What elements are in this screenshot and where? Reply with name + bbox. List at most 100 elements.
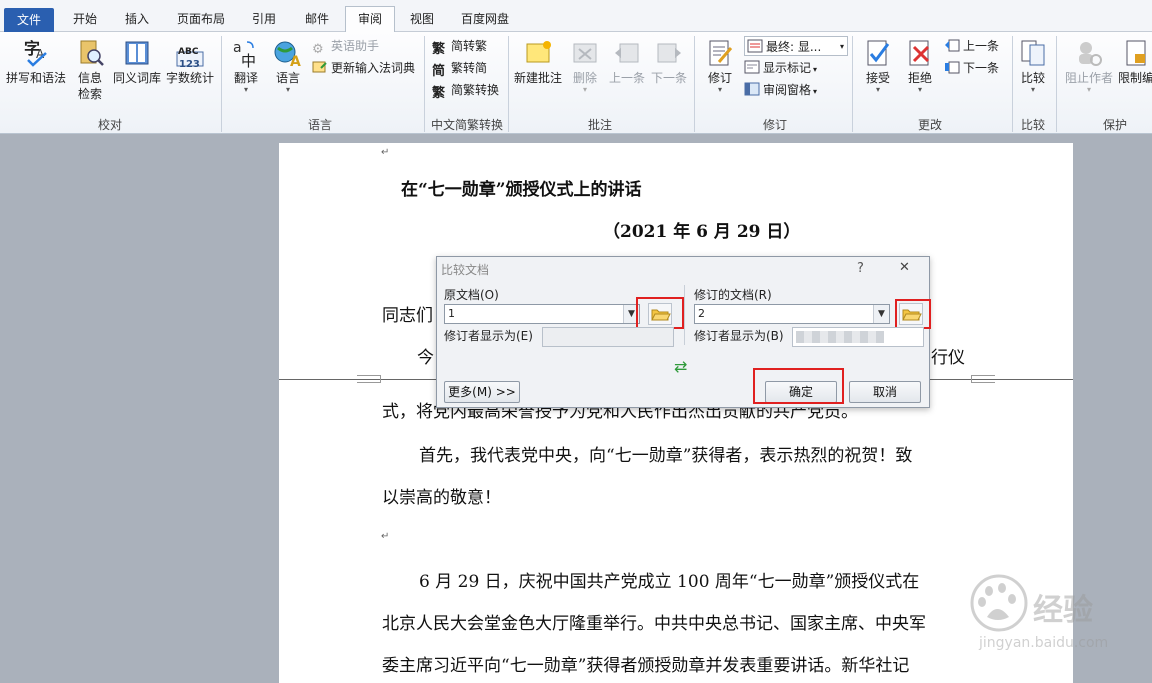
chinese-conversion-label: 简繁转换 (451, 83, 500, 97)
accept-icon (867, 40, 890, 66)
traditional-char-icon: 繁 (432, 42, 446, 57)
delete-comment-label: 删除 (572, 71, 597, 85)
salutation: 同志们 (382, 306, 433, 326)
previous-comment-button[interactable]: 上一条 (606, 38, 648, 86)
group-separator (508, 36, 509, 132)
group-label-comments: 批注 (587, 118, 612, 132)
language-dropdown-icon: ▾ (285, 85, 290, 94)
update-ime-dictionary-button[interactable]: 更新输入法词典 (312, 58, 415, 78)
next-comment-label: 下一条 (650, 71, 687, 85)
document-page[interactable]: ↵ 在“七一勋章”颁授仪式上的讲话 （2021 年 6 月 29 日） 同志们 … (279, 143, 1108, 683)
accept-button[interactable]: 接受 ▾ (858, 38, 898, 94)
reviewing-pane-icon (744, 82, 760, 96)
revised-author-field[interactable] (792, 327, 924, 347)
tab-view[interactable]: 视图 (398, 7, 446, 32)
simplified-to-traditional-button[interactable]: 繁简转繁 (432, 36, 488, 57)
research-button[interactable]: 信息 检索 (72, 38, 108, 102)
next-change-icon (945, 61, 960, 74)
simplified-to-traditional-label: 简转繁 (451, 39, 488, 53)
reviewing-pane-button[interactable]: 审阅窗格 ▾ (744, 80, 817, 100)
reviewing-pane-label: 审阅窗格 (763, 83, 812, 97)
chinese-conversion-button[interactable]: 繁简繁转换 (432, 80, 500, 101)
display-for-review-value: 最终: 显... (766, 40, 822, 54)
english-assistant-label: 英语助手 (331, 39, 380, 53)
show-markup-button[interactable]: 显示标记 ▾ (744, 58, 817, 78)
show-markup-label: 显示标记 (763, 61, 812, 75)
paragraph-2-line-1: 首先，我代表党中央，向“七一勋章”获得者，表示热烈的祝贺！致 (419, 446, 913, 466)
spelling-check-icon: 字A (24, 39, 47, 67)
traditional-to-simplified-label: 繁转简 (451, 61, 488, 75)
simplified-char-icon: 简 (432, 64, 446, 79)
traditional-to-simplified-button[interactable]: 简繁转简 (432, 58, 488, 79)
paragraph-mark: ↵ (381, 147, 390, 158)
cancel-button[interactable]: 取消 (849, 381, 921, 403)
show-markup-dropdown-icon: ▾ (813, 65, 818, 74)
track-changes-button[interactable]: 修订 ▾ (700, 38, 740, 94)
watermark-url: jingyan.baidu.com (979, 635, 1109, 651)
reviewing-pane-dropdown-icon: ▾ (813, 87, 818, 96)
translate-button[interactable]: a中 翻译 ▾ (226, 38, 266, 94)
tab-file[interactable]: 文件 (4, 8, 54, 32)
tab-review[interactable]: 审阅 (345, 6, 395, 33)
research-book-icon (80, 40, 104, 66)
compare-dropdown-icon: ▾ (1030, 85, 1035, 94)
next-comment-icon (657, 43, 681, 63)
word-count-icon-123: 123 (179, 59, 200, 70)
tab-mailings[interactable]: 邮件 (292, 7, 342, 32)
delete-comment-icon (573, 43, 597, 63)
display-dropdown-icon: ▾ (839, 42, 844, 51)
english-assistant-button[interactable]: ⚙ 英语助手 (312, 36, 380, 57)
next-comment-button[interactable]: 下一条 (648, 38, 690, 86)
reject-button[interactable]: 拒绝 ▾ (900, 38, 940, 94)
chevron-down-icon[interactable]: ▼ (873, 305, 889, 323)
conversion-char-icon: 繁 (432, 86, 446, 101)
group-label-changes: 更改 (917, 118, 942, 132)
delete-comment-button[interactable]: 删除 ▾ (566, 38, 604, 94)
previous-change-icon (945, 39, 960, 52)
thesaurus-book-icon (125, 41, 149, 65)
original-author-field[interactable] (542, 327, 674, 347)
word-count-label: 字数统计 (165, 71, 214, 85)
next-change-label: 下一条 (963, 61, 1000, 75)
delete-dropdown-icon: ▾ (582, 85, 587, 94)
group-label-chinese-conversion: 中文简繁转换 (430, 118, 503, 132)
language-button[interactable]: A 语言 ▾ (270, 38, 306, 94)
display-for-review-select[interactable]: 最终: 显... ▾ (744, 36, 848, 56)
block-authors-label: 阻止作者 (1064, 71, 1113, 85)
compare-button[interactable]: 比较 ▾ (1016, 38, 1050, 94)
help-icon[interactable]: ? (857, 261, 864, 276)
markup-view-icon (747, 39, 763, 53)
tab-insert[interactable]: 插入 (112, 7, 162, 32)
group-separator (1056, 36, 1057, 132)
group-separator (221, 36, 222, 132)
tab-references[interactable]: 引用 (240, 7, 288, 32)
thesaurus-button[interactable]: 同义词库 (112, 38, 162, 86)
tab-home[interactable]: 开始 (60, 7, 110, 32)
tab-baidu-netdisk[interactable]: 百度网盘 (452, 7, 518, 32)
accept-label: 接受 (865, 71, 890, 85)
group-label-protect: 保护 (1102, 118, 1127, 132)
paragraph-3-line-1: 6 月 29 日，庆祝中国共产党成立 100 周年“七一勋章”颁授仪式在 (419, 572, 920, 592)
restrict-editing-button[interactable]: 限制编 (1116, 38, 1152, 86)
previous-change-button[interactable]: 上一条 (944, 36, 999, 56)
original-document-value: 1 (448, 307, 455, 320)
spelling-grammar-button[interactable]: 字A 拼写和语法 (4, 38, 68, 86)
next-change-button[interactable]: 下一条 (944, 58, 999, 78)
original-document-select[interactable]: 1 ▼ (444, 304, 640, 324)
revised-document-select[interactable]: 2 ▼ (694, 304, 890, 324)
highlight-box-revised-browse (895, 299, 931, 329)
baidu-paw-logo-icon (970, 574, 1028, 632)
new-comment-button[interactable]: 新建批注 (512, 38, 564, 86)
translate-label: 翻译 (233, 71, 258, 85)
word-count-button[interactable]: ABC 123 字数统计 (164, 38, 216, 86)
close-icon[interactable]: ✕ (899, 260, 910, 275)
watermark-brand: 经验 (1033, 593, 1093, 628)
more-options-button[interactable]: 更多(M) >> (444, 381, 520, 403)
tab-page-layout[interactable]: 页面布局 (168, 7, 234, 32)
track-changes-icon (709, 40, 733, 66)
group-label-tracking: 修订 (762, 118, 787, 132)
swap-documents-icon[interactable]: ⇄ (674, 357, 687, 376)
block-authors-button[interactable]: 阻止作者 ▾ (1062, 38, 1116, 94)
previous-comment-label: 上一条 (608, 71, 645, 85)
group-separator (424, 36, 425, 132)
